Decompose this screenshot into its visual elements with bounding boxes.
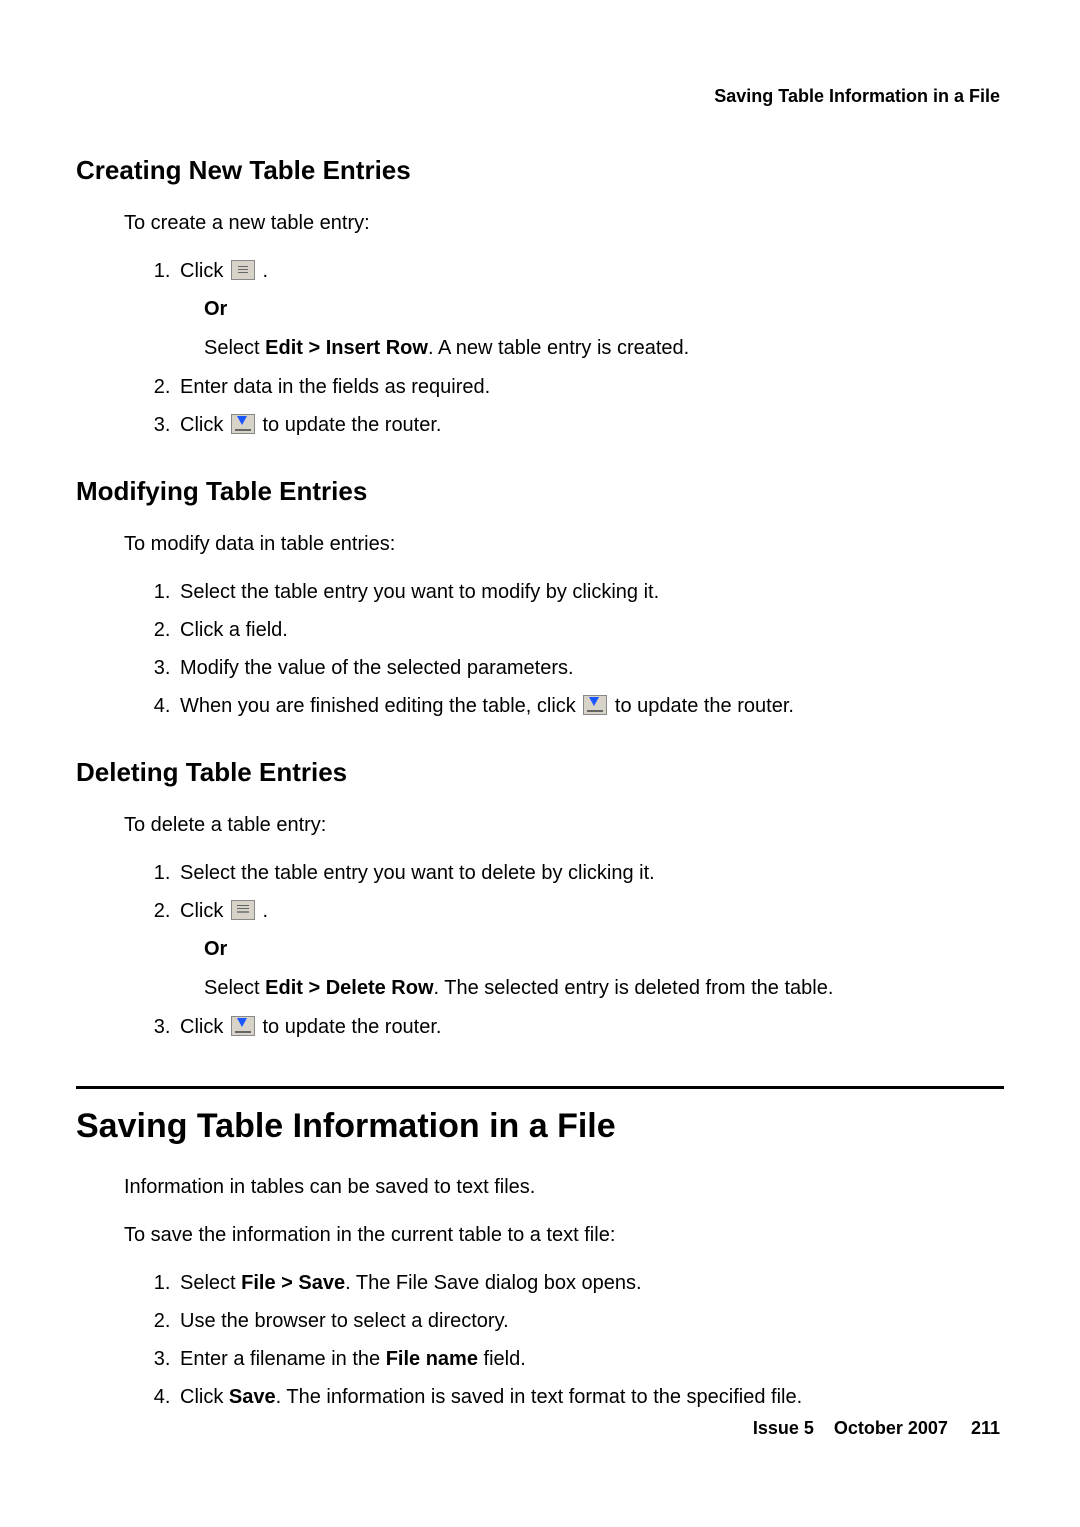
step-text: to update the router. <box>262 414 441 436</box>
list-item: Click to update the router. <box>176 1012 1004 1042</box>
page-number: 211 <box>971 1418 1000 1438</box>
step-text: to update the router. <box>262 1016 441 1038</box>
t: . A new table entry is created. <box>428 337 689 359</box>
list-item: Modify the value of the selected paramet… <box>176 653 1004 683</box>
list-item: Select File > Save. The File Save dialog… <box>176 1268 1004 1298</box>
list-item: Select the table entry you want to modif… <box>176 577 1004 607</box>
t: field. <box>478 1348 526 1370</box>
intro-creating: To create a new table entry: <box>124 208 1004 238</box>
or-label: Or <box>204 934 1004 965</box>
list-item: Click to update the router. <box>176 410 1004 440</box>
intro-saving-2: To save the information in the current t… <box>124 1220 1004 1250</box>
list-item: Enter a filename in the File name field. <box>176 1344 1004 1374</box>
heading-creating: Creating New Table Entries <box>76 155 1004 186</box>
t: Select <box>204 977 265 999</box>
t: . The File Save dialog box opens. <box>345 1272 641 1294</box>
step-text: . <box>262 260 268 282</box>
issue-label: Issue 5 <box>753 1418 814 1438</box>
page-footer: Issue 5 October 2007 211 <box>753 1418 1000 1439</box>
intro-saving-1: Information in tables can be saved to te… <box>124 1172 1004 1202</box>
t: Select <box>204 337 265 359</box>
intro-deleting: To delete a table entry: <box>124 810 1004 840</box>
step-text: Click <box>180 1016 229 1038</box>
t: Enter a filename in the <box>180 1348 386 1370</box>
step-alt-text: Select Edit > Insert Row. A new table en… <box>204 333 1004 364</box>
or-label: Or <box>204 294 1004 325</box>
step-text: When you are finished editing the table,… <box>180 695 581 717</box>
button-name: Save <box>229 1386 276 1408</box>
running-header: Saving Table Information in a File <box>76 86 1000 107</box>
footer-date: October 2007 <box>834 1418 948 1438</box>
menu-path: Edit > Delete Row <box>265 977 433 999</box>
list-item: Enter data in the fields as required. <box>176 372 1004 402</box>
insert-row-icon <box>231 260 255 280</box>
menu-path: Edit > Insert Row <box>265 337 428 359</box>
steps-modifying: Select the table entry you want to modif… <box>148 577 1004 721</box>
t: . The selected entry is deleted from the… <box>434 977 834 999</box>
step-text: to update the router. <box>615 695 794 717</box>
step-alt-text: Select Edit > Delete Row. The selected e… <box>204 973 1004 1004</box>
step-text: Click <box>180 900 229 922</box>
apply-icon <box>583 695 607 715</box>
steps-deleting: Select the table entry you want to delet… <box>148 858 1004 1042</box>
list-item: Select the table entry you want to delet… <box>176 858 1004 888</box>
apply-icon <box>231 1016 255 1036</box>
t: . The information is saved in text forma… <box>276 1386 803 1408</box>
heading-saving: Saving Table Information in a File <box>76 1107 1004 1146</box>
menu-path: File > Save <box>241 1272 345 1294</box>
steps-creating: Click . Or Select Edit > Insert Row. A n… <box>148 256 1004 440</box>
heading-deleting: Deleting Table Entries <box>76 757 1004 788</box>
step-text: . <box>262 900 268 922</box>
list-item: Click Save. The information is saved in … <box>176 1382 1004 1412</box>
apply-icon <box>231 414 255 434</box>
list-item: Click . Or Select Edit > Delete Row. The… <box>176 896 1004 1004</box>
field-name: File name <box>386 1348 478 1370</box>
section-divider <box>76 1086 1004 1089</box>
list-item: Use the browser to select a directory. <box>176 1306 1004 1336</box>
list-item: Click . Or Select Edit > Insert Row. A n… <box>176 256 1004 364</box>
heading-modifying: Modifying Table Entries <box>76 476 1004 507</box>
step-text: Click <box>180 260 229 282</box>
list-item: When you are finished editing the table,… <box>176 691 1004 721</box>
delete-row-icon <box>231 900 255 920</box>
steps-saving: Select File > Save. The File Save dialog… <box>148 1268 1004 1412</box>
t: Click <box>180 1386 229 1408</box>
intro-modifying: To modify data in table entries: <box>124 529 1004 559</box>
step-text: Click <box>180 414 229 436</box>
t: Select <box>180 1272 241 1294</box>
list-item: Click a field. <box>176 615 1004 645</box>
